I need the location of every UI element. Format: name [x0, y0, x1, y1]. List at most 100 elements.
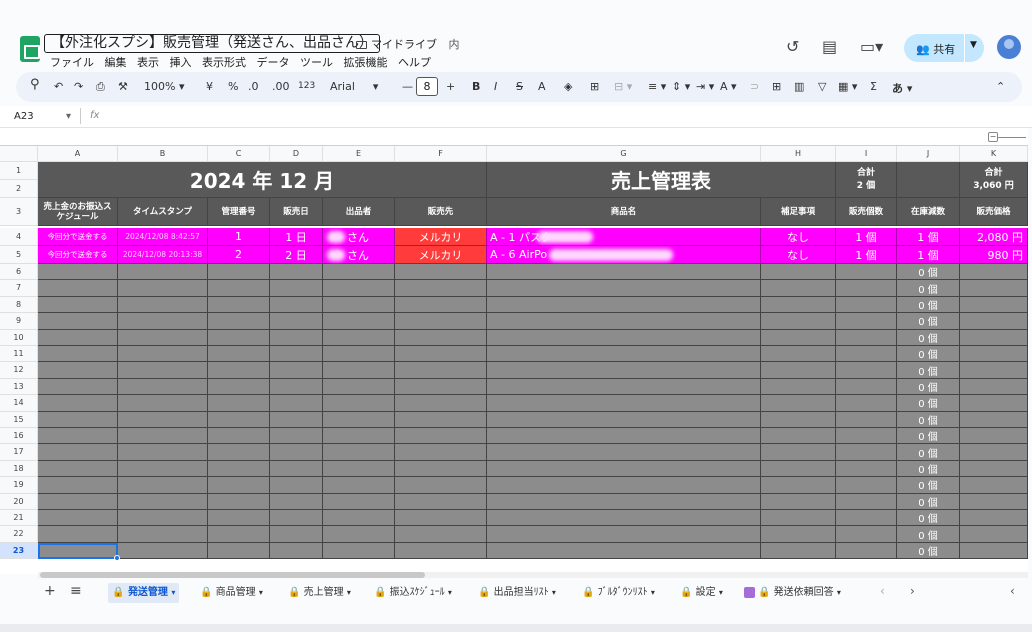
cell-h-row8[interactable]	[761, 296, 836, 314]
cell-h-row14[interactable]	[761, 395, 836, 412]
cell-h-row9[interactable]	[761, 313, 836, 330]
cell-h-row13[interactable]	[761, 378, 836, 396]
cell-d-row13[interactable]	[270, 378, 323, 396]
cell-e-row9[interactable]	[323, 313, 395, 330]
cell-h-row10[interactable]	[761, 329, 836, 346]
cell-i-row22[interactable]	[836, 526, 897, 543]
cell-d-row19[interactable]	[270, 477, 323, 494]
column-header-c[interactable]: C	[208, 146, 270, 162]
cell-b-row8[interactable]	[118, 296, 208, 314]
cell-k-row13[interactable]	[960, 378, 1028, 396]
cell-h-row22[interactable]	[761, 526, 836, 543]
cell-b-row16[interactable]	[118, 428, 208, 445]
cell-h-row11[interactable]	[761, 346, 836, 363]
cell-g-row9[interactable]	[487, 313, 761, 330]
row-header-5[interactable]: 5	[0, 246, 38, 264]
cell-g-row11[interactable]	[487, 346, 761, 363]
cell-h-row16[interactable]	[761, 428, 836, 445]
cell-h-row23[interactable]	[761, 542, 836, 560]
fill-handle[interactable]	[114, 555, 120, 562]
cell-f-row4[interactable]: メルカリ	[395, 228, 487, 246]
cell-k-row18[interactable]	[960, 460, 1028, 478]
cell-a-row4[interactable]: 今回分で送金する	[38, 228, 118, 246]
cell-b-row4[interactable]: 2024/12/08 8:42:57	[118, 228, 208, 246]
cell-d-row7[interactable]	[270, 280, 323, 297]
cell-c-row11[interactable]	[208, 346, 270, 363]
paint-format-icon[interactable]: ⚒	[118, 80, 128, 93]
tab-menu-icon[interactable]: ▾	[171, 588, 175, 597]
cell-j-row12[interactable]: 0 個	[897, 362, 960, 379]
cell-e-row23[interactable]	[323, 542, 395, 560]
cell-i-row11[interactable]	[836, 346, 897, 363]
cell-h-row20[interactable]	[761, 493, 836, 510]
cell-a-row8[interactable]	[38, 296, 118, 314]
sheet-tab-7[interactable]: 🔒 設定 ▾	[676, 583, 727, 603]
cell-j-row6[interactable]: 0 個	[897, 264, 960, 281]
cell-e-row7[interactable]	[323, 280, 395, 297]
cell-h-row21[interactable]	[761, 510, 836, 527]
row-header-15[interactable]: 15	[0, 411, 38, 428]
menu-insert[interactable]: 挿入	[170, 56, 192, 69]
cell-d-row20[interactable]	[270, 493, 323, 510]
cell-j-row13[interactable]: 0 個	[897, 378, 960, 396]
cell-c-row8[interactable]	[208, 296, 270, 314]
cell-f-row15[interactable]	[395, 411, 487, 428]
cell-d-row10[interactable]	[270, 329, 323, 346]
cell-f-row21[interactable]	[395, 510, 487, 527]
column-header-d[interactable]: D	[270, 146, 323, 162]
cell-j-row19[interactable]: 0 個	[897, 477, 960, 494]
cell-h-row5[interactable]: なし	[761, 246, 836, 264]
all-sheets-icon[interactable]: ≡	[70, 583, 82, 599]
row-header-12[interactable]: 12	[0, 362, 38, 379]
collapse-sidebar-icon[interactable]: ‹	[1010, 584, 1015, 598]
decrease-decimal-button[interactable]: .0	[248, 80, 259, 93]
cell-j-row17[interactable]: 0 個	[897, 444, 960, 461]
cell-h-row4[interactable]: なし	[761, 228, 836, 246]
tab-menu-icon[interactable]: ▾	[837, 588, 841, 597]
cell-c-row6[interactable]	[208, 264, 270, 281]
document-title[interactable]: 【外注化スプシ】販売管理（発送さん、出品さん）	[44, 34, 380, 53]
menu-file[interactable]: ファイル	[50, 56, 94, 69]
cell-e-row21[interactable]	[323, 510, 395, 527]
cell-d-row22[interactable]	[270, 526, 323, 543]
cell-e-row12[interactable]	[323, 362, 395, 379]
cell-f-row19[interactable]	[395, 477, 487, 494]
font-size-increase-icon[interactable]: +	[446, 80, 455, 93]
cell-k-row6[interactable]	[960, 264, 1028, 281]
cell-f-row20[interactable]	[395, 493, 487, 510]
sheet-tab-1[interactable]: 🔒 発送管理 ▾	[108, 583, 180, 603]
cell-e-row13[interactable]	[323, 378, 395, 396]
cell-k-row10[interactable]	[960, 329, 1028, 346]
cell-f-row18[interactable]	[395, 460, 487, 478]
tab-menu-icon[interactable]: ▾	[259, 588, 263, 597]
functions-icon[interactable]: Σ	[870, 80, 877, 93]
cell-k-row22[interactable]	[960, 526, 1028, 543]
cell-a-row12[interactable]	[38, 362, 118, 379]
italic-button[interactable]: I	[494, 80, 497, 93]
row-header-20[interactable]: 20	[0, 493, 38, 510]
insert-chart-icon[interactable]: ▥	[794, 80, 804, 93]
cell-f-row8[interactable]	[395, 296, 487, 314]
cell-i-row21[interactable]	[836, 510, 897, 527]
cell-c-row12[interactable]	[208, 362, 270, 379]
text-rotation-icon[interactable]: A ▾	[720, 80, 737, 93]
row-header-10[interactable]: 10	[0, 329, 38, 346]
cell-e-row8[interactable]	[323, 296, 395, 314]
menu-help[interactable]: ヘルプ	[398, 56, 431, 69]
cell-i-row14[interactable]	[836, 395, 897, 412]
cell-a-row5[interactable]: 今回分で送金する	[38, 246, 118, 264]
filter-icon[interactable]: ▽	[818, 80, 826, 93]
tab-menu-icon[interactable]: ▾	[347, 588, 351, 597]
borders-icon[interactable]: ⊞	[590, 80, 599, 93]
cell-a-row7[interactable]	[38, 280, 118, 297]
column-header-i[interactable]: I	[836, 146, 897, 162]
cell-g-row20[interactable]	[487, 493, 761, 510]
sheet-tab-2[interactable]: 🔒 商品管理 ▾	[196, 583, 267, 603]
zoom-select[interactable]: 100% ▾	[144, 80, 184, 93]
cell-b-row9[interactable]	[118, 313, 208, 330]
row-header-3[interactable]: 3	[0, 198, 38, 226]
cell-a-row18[interactable]	[38, 460, 118, 478]
cell-f-row14[interactable]	[395, 395, 487, 412]
cell-j-row10[interactable]: 0 個	[897, 329, 960, 346]
cell-h-row6[interactable]	[761, 264, 836, 281]
